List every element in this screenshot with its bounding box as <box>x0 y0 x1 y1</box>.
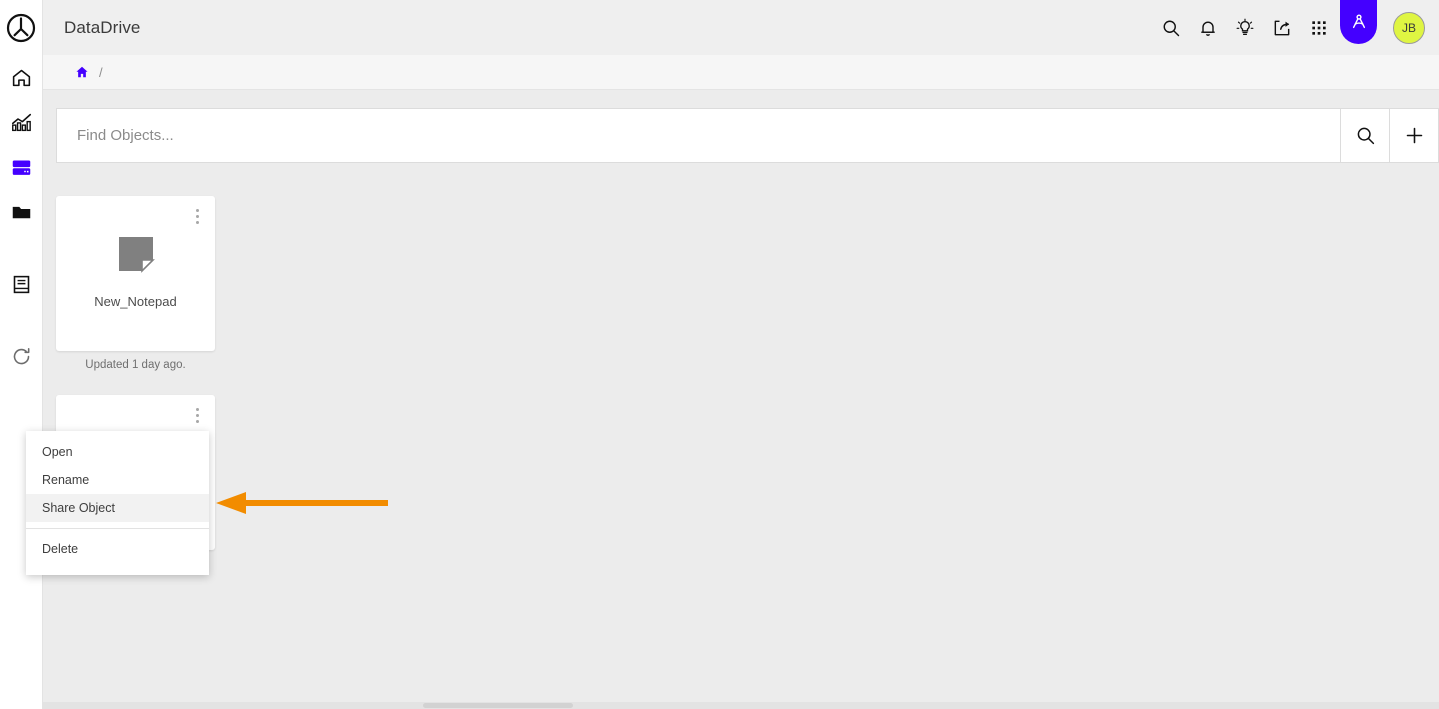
context-menu-item-delete[interactable]: Delete <box>26 535 209 563</box>
sidebar-item-files[interactable] <box>0 190 43 235</box>
context-menu-item-share-object[interactable]: Share Object <box>26 494 209 522</box>
card-overflow-menu-button[interactable] <box>189 206 205 226</box>
dot <box>195 220 199 224</box>
scrollbar-thumb[interactable] <box>423 703 573 708</box>
object-card-wrapper: New_Notepad Updated 1 day ago. <box>56 196 215 371</box>
dot <box>195 208 199 212</box>
avatar-initials: JB <box>1401 20 1416 35</box>
brand-logo-icon <box>6 13 36 42</box>
sidebar-item-analytics[interactable] <box>0 100 43 145</box>
card-icon-holder <box>56 233 215 275</box>
book-icon <box>13 275 29 294</box>
search-input[interactable] <box>56 108 1341 163</box>
context-menu-divider <box>26 528 209 529</box>
share-button[interactable] <box>1263 0 1300 55</box>
compass-icon <box>1352 14 1365 29</box>
breadcrumb-separator: / <box>99 64 103 80</box>
context-menu-item-open[interactable]: Open <box>26 438 209 466</box>
horizontal-scrollbar[interactable] <box>43 702 1439 709</box>
context-menu: Open Rename Share Object Delete <box>26 431 209 575</box>
dot <box>195 214 199 218</box>
designer-button[interactable] <box>1340 0 1377 44</box>
database-icon <box>12 160 30 175</box>
sidebar-item-database[interactable] <box>0 145 43 190</box>
avatar[interactable]: JB <box>1393 11 1425 44</box>
object-card-notepad[interactable]: New_Notepad <box>56 196 215 351</box>
content-area: New_Notepad Updated 1 day ago. <box>43 90 1439 709</box>
lightbulb-icon <box>1236 18 1253 35</box>
card-overflow-menu-button[interactable] <box>189 405 205 425</box>
dot <box>195 419 199 423</box>
page-title: DataDrive <box>64 17 141 37</box>
dot <box>195 413 199 417</box>
apps-button[interactable] <box>1300 0 1337 55</box>
search-icon <box>1357 127 1374 145</box>
notifications-button[interactable] <box>1189 0 1226 55</box>
brand-logo[interactable] <box>0 0 43 55</box>
share-icon <box>1274 20 1289 35</box>
search-icon <box>1163 20 1179 36</box>
home-icon[interactable] <box>75 65 89 79</box>
chart-bar-icon <box>11 113 31 132</box>
breadcrumb: / <box>43 55 1439 90</box>
bell-icon <box>1200 21 1215 36</box>
note-page-icon <box>118 237 155 273</box>
search-bar <box>56 108 1439 163</box>
top-bar: DataDrive JB <box>43 0 1439 55</box>
context-menu-item-rename[interactable]: Rename <box>26 466 209 494</box>
insights-button[interactable] <box>1226 0 1263 55</box>
sidebar-item-refresh[interactable] <box>0 334 43 379</box>
top-bar-actions: JB <box>1152 0 1439 55</box>
search-submit-button[interactable] <box>1341 108 1390 163</box>
refresh-icon <box>13 348 29 365</box>
object-meta: Updated 1 day ago. <box>85 359 186 371</box>
app-root: DataDrive JB / Find Objects... New_Notep… <box>0 0 1439 709</box>
grid-apps-icon <box>1311 20 1326 35</box>
folder-icon <box>12 206 30 219</box>
home-icon <box>12 69 30 87</box>
context-menu-padding <box>26 563 209 575</box>
search-button[interactable] <box>1152 0 1189 55</box>
dot <box>195 407 199 411</box>
add-object-button[interactable] <box>1390 108 1439 163</box>
sidebar-item-notebook[interactable] <box>0 262 43 307</box>
left-nav-rail <box>0 0 43 709</box>
sidebar-item-home[interactable] <box>0 55 43 100</box>
plus-icon <box>1406 127 1422 144</box>
object-name: New_Notepad <box>94 294 177 309</box>
